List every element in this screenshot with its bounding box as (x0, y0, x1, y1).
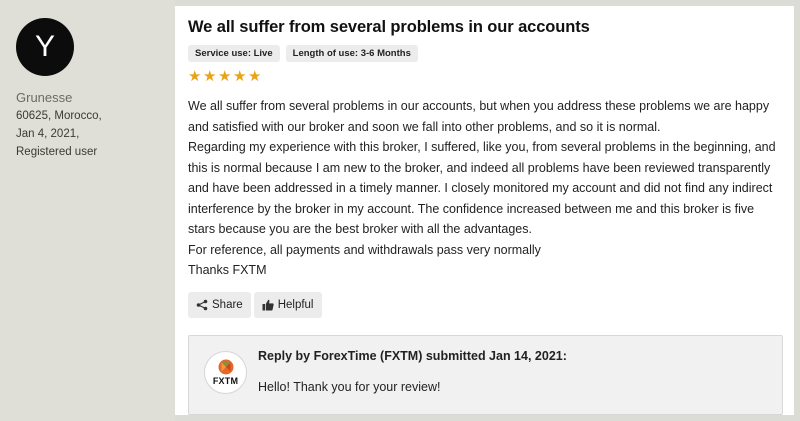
helpful-button[interactable]: Helpful (253, 291, 322, 318)
review-body: We all suffer from several problems in o… (188, 96, 781, 281)
review-date: Jan 4, 2021, (16, 128, 80, 140)
tag-service-use: Service use: Live (188, 45, 280, 62)
reply-header: Reply by ForexTime (FXTM) submitted Jan … (258, 348, 567, 363)
star-icon: ★ (188, 68, 202, 85)
star-icon: ★ (218, 68, 232, 85)
review-card: Y Grunesse 60625, Morocco, Jan 4, 2021, … (0, 0, 800, 421)
review-tags: Service use: Live Length of use: 3-6 Mon… (188, 45, 781, 62)
review-paragraph: Regarding my experience with this broker… (188, 140, 776, 236)
share-label: Share (212, 298, 243, 311)
review-paragraph: We all suffer from several problems in o… (188, 99, 770, 134)
reviewer-meta: 60625, Morocco, Jan 4, 2021, Registered … (16, 107, 175, 161)
fxtm-logo-text: FXTM (212, 375, 239, 386)
broker-reply: FXTM Reply by ForexTime (FXTM) submitted… (188, 334, 783, 415)
star-rating: ★ ★ ★ ★ ★ (188, 68, 781, 85)
star-icon: ★ (203, 68, 217, 85)
thumbs-up-icon (262, 299, 274, 310)
review-title: We all suffer from several problems in o… (188, 18, 590, 36)
avatar: Y (16, 18, 74, 76)
review-paragraph: For reference, all payments and withdraw… (188, 242, 541, 257)
fxtm-logo: FXTM (204, 350, 247, 394)
star-icon: ★ (233, 68, 247, 85)
star-icon: ★ (248, 68, 262, 85)
fxtm-logo-mark-icon (218, 359, 233, 374)
reviewer-status: Registered user (16, 146, 98, 158)
review-content: We all suffer from several problems in o… (175, 6, 794, 415)
share-icon (196, 299, 208, 310)
reviewer-name: Grunesse (16, 90, 73, 105)
review-paragraph: Thanks FXTM (188, 263, 267, 277)
review-actions: Share Helpful (188, 291, 781, 318)
helpful-label: Helpful (277, 298, 314, 311)
share-button[interactable]: Share (188, 291, 251, 318)
reviewer-location: 60625, Morocco, (16, 110, 102, 122)
reply-text: Hello! Thank you for your review! (258, 379, 441, 394)
reviewer-sidebar: Y Grunesse 60625, Morocco, Jan 4, 2021, … (0, 0, 175, 421)
tag-length-of-use: Length of use: 3-6 Months (285, 45, 418, 62)
